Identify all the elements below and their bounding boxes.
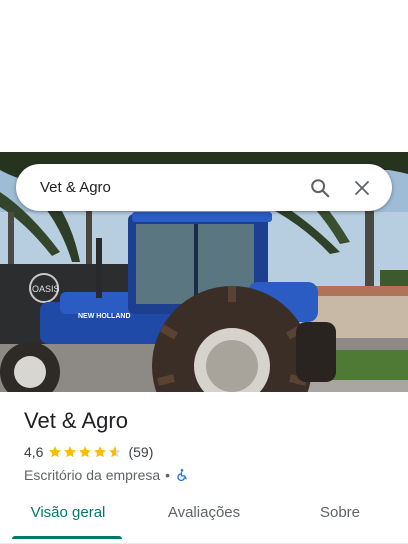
rating-value: 4,6 <box>24 444 44 460</box>
place-title: Vet & Agro <box>24 408 128 433</box>
tab-label: Visão geral <box>30 504 106 521</box>
tab-bar: Visão geral Avaliações Sobre <box>0 492 408 544</box>
rating-row[interactable]: 4,6 (59) <box>24 442 394 462</box>
close-button[interactable] <box>346 172 378 204</box>
star-icon <box>79 446 92 458</box>
separator-dot: • <box>165 467 171 483</box>
star-icon <box>64 446 77 458</box>
place-info: Vet & Agro 4,6 (59) Escritório da empres… <box>24 406 394 485</box>
search-bar[interactable]: Vet & Agro <box>16 164 392 211</box>
tab-label: Sobre <box>319 504 361 521</box>
close-icon <box>355 180 369 195</box>
tab-about[interactable]: Sobre <box>272 492 408 543</box>
category-row: Escritório da empresa • <box>24 465 394 485</box>
map-blank-area <box>0 0 408 152</box>
search-button[interactable] <box>304 172 336 204</box>
tab-label: Avaliações <box>167 504 241 521</box>
search-input[interactable]: Vet & Agro <box>40 179 294 196</box>
tractor-brand: NEW HOLLAND <box>78 313 131 320</box>
star-half-icon <box>109 446 122 458</box>
place-category: Escritório da empresa <box>24 467 161 483</box>
tab-overview[interactable]: Visão geral <box>0 492 136 543</box>
star-icon <box>94 446 107 458</box>
star-rating <box>48 445 123 459</box>
sign-text: OASIS <box>32 284 60 294</box>
search-icon <box>311 178 330 197</box>
active-tab-indicator <box>12 536 122 539</box>
review-count: (59) <box>128 444 154 460</box>
star-icon <box>49 446 62 458</box>
tab-reviews[interactable]: Avaliações <box>136 492 272 543</box>
wheelchair-icon[interactable] <box>175 468 189 482</box>
